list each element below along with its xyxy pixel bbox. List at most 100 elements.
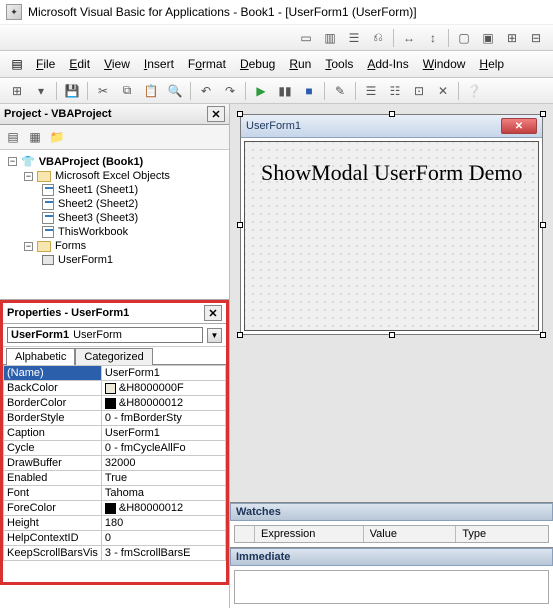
close-icon[interactable]: ✕ bbox=[207, 106, 225, 122]
toolbar-icon[interactable]: ⎌ bbox=[367, 28, 389, 48]
menu-file[interactable]: FFileile bbox=[30, 55, 61, 73]
view-excel-icon[interactable]: ⊞ bbox=[6, 81, 28, 101]
collapse-icon[interactable]: − bbox=[24, 242, 33, 251]
paste-icon[interactable]: 📋 bbox=[140, 81, 162, 101]
design-mode-icon[interactable]: ✎ bbox=[329, 81, 351, 101]
property-value[interactable]: &H80000012 bbox=[101, 396, 225, 411]
property-value[interactable]: Tahoma bbox=[101, 486, 225, 501]
toolbox-icon[interactable]: ✕ bbox=[432, 81, 454, 101]
project-tree[interactable]: − 👕 VBAProject (Book1) − Microsoft Excel… bbox=[0, 150, 229, 299]
resize-handle[interactable] bbox=[237, 222, 243, 228]
resize-handle[interactable] bbox=[237, 111, 243, 117]
menu-help[interactable]: Help bbox=[473, 55, 510, 73]
tree-item-sheet2[interactable]: Sheet2 (Sheet2) bbox=[6, 197, 223, 211]
toolbar-icon[interactable]: ▭ bbox=[295, 28, 317, 48]
watches-columns[interactable]: Expression Value Type bbox=[234, 525, 549, 543]
property-value[interactable]: True bbox=[101, 471, 225, 486]
run-icon[interactable]: ▶ bbox=[250, 81, 272, 101]
save-icon[interactable]: 💾 bbox=[61, 81, 83, 101]
property-row[interactable]: CaptionUserForm1 bbox=[4, 426, 226, 441]
form-designer[interactable]: UserForm1 ✕ ShowModal UserForm Demo bbox=[230, 104, 553, 502]
menu-insert[interactable]: Insert bbox=[138, 55, 180, 73]
property-value[interactable]: 0 - fmBorderSty bbox=[101, 411, 225, 426]
property-grid[interactable]: (Name)UserForm1BackColor&H8000000FBorder… bbox=[3, 365, 226, 582]
resize-handle[interactable] bbox=[389, 332, 395, 338]
resize-handle[interactable] bbox=[540, 222, 546, 228]
find-icon[interactable]: 🔍 bbox=[164, 81, 186, 101]
copy-icon[interactable]: ⧉ bbox=[116, 81, 138, 101]
toolbar-icon[interactable]: ▥ bbox=[319, 28, 341, 48]
property-row[interactable]: KeepScrollBarsVis3 - fmScrollBarsE bbox=[4, 546, 226, 561]
tree-group-forms[interactable]: − Forms bbox=[6, 239, 223, 253]
toolbar-icon[interactable]: ↕ bbox=[422, 28, 444, 48]
property-row[interactable]: BackColor&H8000000F bbox=[4, 381, 226, 396]
toggle-folders-icon[interactable]: 📁 bbox=[47, 128, 67, 146]
view-code-icon[interactable]: ▤ bbox=[3, 128, 23, 146]
property-row[interactable]: BorderStyle0 - fmBorderSty bbox=[4, 411, 226, 426]
property-row[interactable]: Height180 bbox=[4, 516, 226, 531]
property-row[interactable]: DrawBuffer32000 bbox=[4, 456, 226, 471]
property-value[interactable]: 180 bbox=[101, 516, 225, 531]
watches-col-type[interactable]: Type bbox=[456, 526, 548, 542]
tree-item-sheet1[interactable]: Sheet1 (Sheet1) bbox=[6, 183, 223, 197]
collapse-icon[interactable]: − bbox=[24, 172, 33, 181]
property-value[interactable]: &H80000012 bbox=[101, 501, 225, 516]
toolbar-icon[interactable]: ▣ bbox=[477, 28, 499, 48]
property-row[interactable]: (Name)UserForm1 bbox=[4, 366, 226, 381]
resize-handle[interactable] bbox=[389, 111, 395, 117]
tree-item-sheet3[interactable]: Sheet3 (Sheet3) bbox=[6, 211, 223, 225]
collapse-icon[interactable]: − bbox=[8, 157, 17, 166]
toolbar-icon[interactable]: ☰ bbox=[343, 28, 365, 48]
userform-close-icon[interactable]: ✕ bbox=[501, 118, 537, 134]
insert-userform-icon[interactable]: ▾ bbox=[30, 81, 52, 101]
property-row[interactable]: Cycle0 - fmCycleAllFo bbox=[4, 441, 226, 456]
object-browser-icon[interactable]: ⊡ bbox=[408, 81, 430, 101]
menu-edit[interactable]: Edit bbox=[63, 55, 96, 73]
view-switch-icon[interactable]: ▤ bbox=[6, 54, 28, 74]
property-value[interactable]: &H8000000F bbox=[101, 381, 225, 396]
chevron-down-icon[interactable]: ▼ bbox=[207, 328, 222, 343]
property-value[interactable]: 0 bbox=[101, 531, 225, 546]
property-row[interactable]: EnabledTrue bbox=[4, 471, 226, 486]
property-row[interactable]: ForeColor&H80000012 bbox=[4, 501, 226, 516]
property-row[interactable]: FontTahoma bbox=[4, 486, 226, 501]
menu-run[interactable]: Run bbox=[283, 55, 317, 73]
toolbar-icon[interactable]: ↔ bbox=[398, 28, 420, 48]
break-icon[interactable]: ▮▮ bbox=[274, 81, 296, 101]
tree-item-userform1[interactable]: UserForm1 bbox=[6, 253, 223, 267]
property-value[interactable]: UserForm1 bbox=[101, 366, 225, 381]
property-value[interactable]: 32000 bbox=[101, 456, 225, 471]
properties-window-icon[interactable]: ☷ bbox=[384, 81, 406, 101]
resize-handle[interactable] bbox=[540, 111, 546, 117]
menu-addins[interactable]: Add-Ins bbox=[361, 55, 414, 73]
help-icon[interactable]: ❔ bbox=[463, 81, 485, 101]
toolbar-icon[interactable]: ▢ bbox=[453, 28, 475, 48]
label-showmodal[interactable]: ShowModal UserForm Demo bbox=[261, 160, 523, 186]
undo-icon[interactable]: ↶ bbox=[195, 81, 217, 101]
tab-alphabetic[interactable]: Alphabetic bbox=[6, 348, 75, 365]
toolbar-icon[interactable]: ⊟ bbox=[525, 28, 547, 48]
tree-group-excel[interactable]: − Microsoft Excel Objects bbox=[6, 169, 223, 183]
property-row[interactable]: BorderColor&H80000012 bbox=[4, 396, 226, 411]
cut-icon[interactable]: ✂ bbox=[92, 81, 114, 101]
watches-col-expression[interactable]: Expression bbox=[255, 526, 364, 542]
menu-format[interactable]: Format bbox=[182, 55, 232, 73]
menu-debug[interactable]: Debug bbox=[234, 55, 281, 73]
reset-icon[interactable]: ■ bbox=[298, 81, 320, 101]
userform-canvas[interactable]: ShowModal UserForm Demo bbox=[244, 141, 539, 331]
tab-categorized[interactable]: Categorized bbox=[75, 348, 152, 365]
menu-tools[interactable]: Tools bbox=[319, 55, 359, 73]
property-value[interactable]: 0 - fmCycleAllFo bbox=[101, 441, 225, 456]
view-object-icon[interactable]: ▦ bbox=[25, 128, 45, 146]
toolbar-icon[interactable]: ⊞ bbox=[501, 28, 523, 48]
resize-handle[interactable] bbox=[237, 332, 243, 338]
menu-window[interactable]: Window bbox=[417, 55, 472, 73]
object-selector[interactable]: UserForm1 UserForm ▼ bbox=[3, 324, 226, 347]
watches-col-value[interactable]: Value bbox=[364, 526, 457, 542]
property-value[interactable]: 3 - fmScrollBarsE bbox=[101, 546, 225, 561]
property-row[interactable]: HelpContextID0 bbox=[4, 531, 226, 546]
resize-handle[interactable] bbox=[540, 332, 546, 338]
immediate-input[interactable] bbox=[234, 570, 549, 604]
redo-icon[interactable]: ↷ bbox=[219, 81, 241, 101]
menu-view[interactable]: View bbox=[98, 55, 136, 73]
